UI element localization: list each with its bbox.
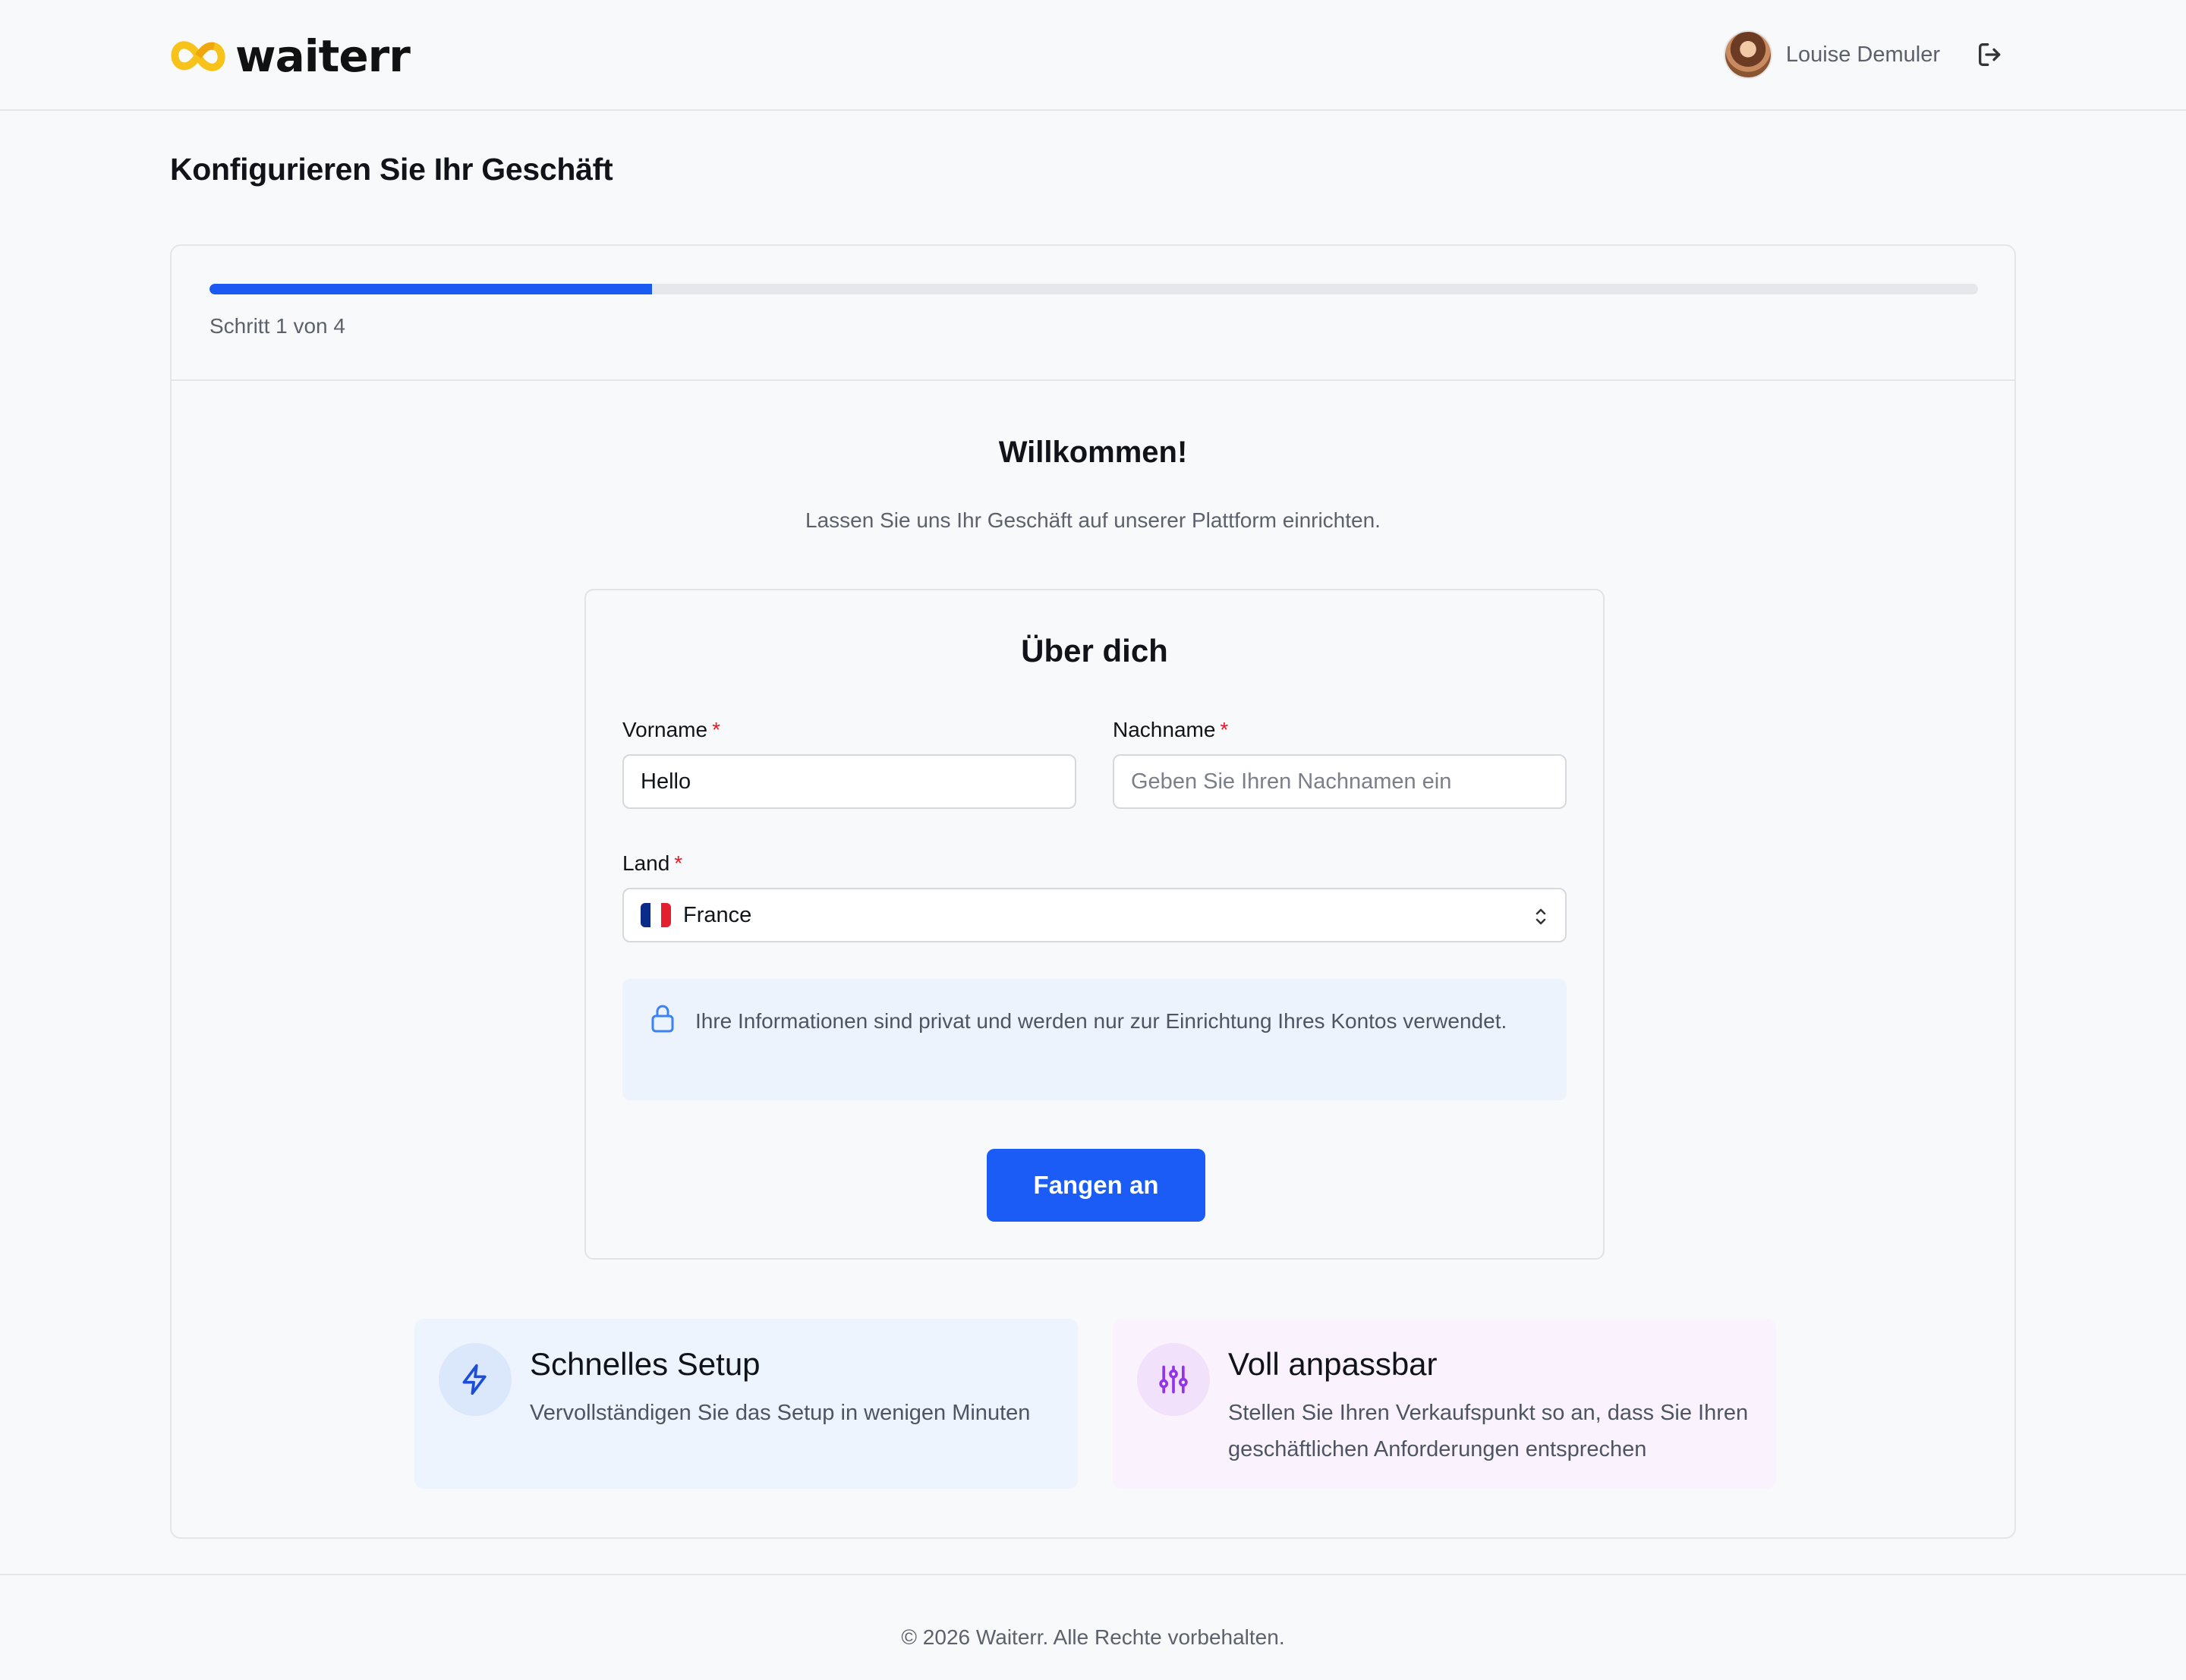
country-label-text: Land [622, 851, 670, 875]
feature-description: Vervollständigen Sie das Setup in wenige… [530, 1401, 1031, 1425]
chevron-up-down-icon [1536, 908, 1546, 925]
feature-card-quick-setup: Schnelles Setup Vervollständigen Sie das… [414, 1319, 1078, 1489]
flag-france-icon [641, 903, 671, 927]
about-you-form: Über dich Vorname * Hello Nachname * Geben… [584, 589, 1605, 1260]
lock-icon [651, 1005, 674, 1033]
last-name-input[interactable]: Geben Sie Ihren Nachnamen ein [1113, 754, 1567, 809]
feature-title: Schnelles Setup [530, 1346, 761, 1382]
feature-description: Stellen Sie Ihren Verkaufspunkt so an, d… [1228, 1401, 1749, 1461]
sliders-icon [1159, 1365, 1188, 1394]
required-asterisk: * [712, 718, 720, 741]
progress-section: Schritt 1 von 4 [172, 246, 2014, 381]
last-name-placeholder: Geben Sie Ihren Nachnamen ein [1131, 769, 1452, 794]
logo-infinity-icon [171, 41, 225, 71]
footer: © 2026 Waiterr. Alle Rechte vorbehalten. [0, 1574, 2186, 1680]
progress-bar-fill [209, 284, 652, 294]
first-name-input[interactable]: Hello [622, 754, 1076, 809]
required-asterisk: * [1220, 718, 1229, 741]
logout-icon[interactable] [1975, 39, 2005, 70]
first-name-value: Hello [641, 769, 691, 794]
privacy-notice-text: Ihre Informationen sind privat und werde… [695, 1009, 1507, 1033]
last-name-label-text: Nachname [1113, 718, 1216, 741]
top-navigation-bar: waiterr Louise Demuler [0, 0, 2186, 111]
avatar[interactable] [1723, 30, 1772, 79]
privacy-notice: Ihre Informationen sind privat und werde… [622, 979, 1567, 1100]
waiterr-logo[interactable]: waiterr [170, 30, 411, 82]
form-title: Über dich [1021, 633, 1168, 669]
first-name-label: Vorname * [622, 718, 720, 742]
feature-card-customizable: Voll anpassbar Stellen Sie Ihren Verkauf… [1113, 1319, 1776, 1489]
country-select[interactable]: France [622, 888, 1567, 942]
required-asterisk: * [674, 851, 683, 875]
feature-title: Voll anpassbar [1228, 1346, 1438, 1382]
feature-icon-badge [439, 1343, 512, 1416]
first-name-label-text: Vorname [622, 718, 708, 741]
page-title: Konfigurieren Sie Ihr Geschäft [170, 152, 613, 187]
progress-bar [209, 284, 1978, 294]
copyright-text: © 2026 Waiterr. Alle Rechte vorbehalten. [901, 1625, 1285, 1649]
welcome-title: Willkommen! [998, 436, 1188, 469]
user-menu[interactable]: Louise Demuler [1723, 29, 2005, 80]
welcome-subtitle: Lassen Sie uns Ihr Geschäft auf unserer … [805, 508, 1381, 532]
logo-wordmark: waiterr [235, 30, 411, 82]
step-indicator: Schritt 1 von 4 [209, 314, 345, 338]
country-value: France [683, 902, 752, 927]
last-name-label: Nachname * [1113, 718, 1228, 742]
setup-wizard-card: Schritt 1 von 4 Willkommen! Lassen Sie u… [170, 244, 2016, 1539]
country-label: Land * [622, 851, 682, 876]
feature-icon-badge [1137, 1343, 1210, 1416]
user-name: Louise Demuler [1785, 42, 1940, 67]
lightning-icon [462, 1364, 487, 1395]
get-started-button[interactable]: Fangen an [987, 1149, 1205, 1222]
